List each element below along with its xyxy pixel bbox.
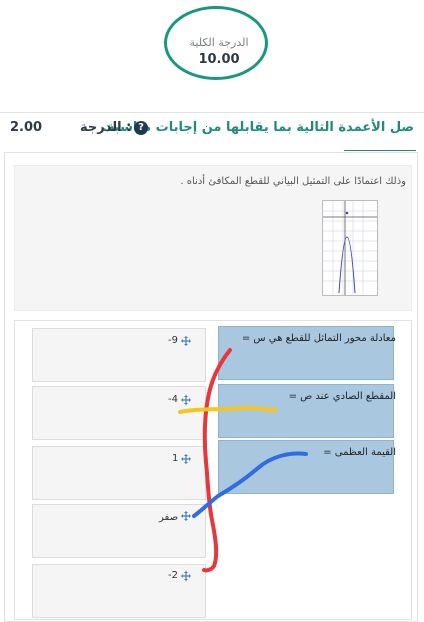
red-annotation-stroke bbox=[202, 348, 232, 573]
annotation-layer bbox=[178, 348, 308, 573]
yellow-annotation-stroke bbox=[178, 405, 278, 414]
